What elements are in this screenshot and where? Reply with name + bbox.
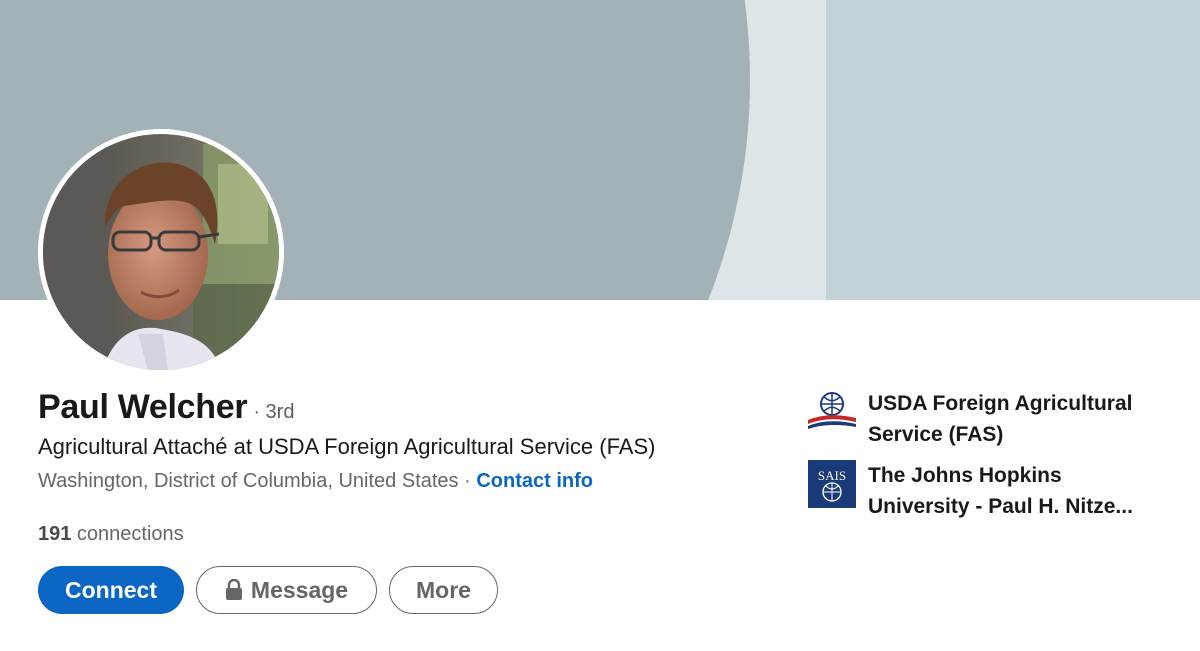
- avatar[interactable]: [38, 129, 284, 375]
- lock-icon: [225, 579, 242, 600]
- svg-text:SAIS: SAIS: [818, 468, 846, 483]
- banner-panel: [826, 0, 1200, 300]
- profile-photo: [43, 134, 279, 370]
- connections-count[interactable]: 191 connections: [38, 523, 184, 546]
- contact-info-link[interactable]: Contact info: [476, 470, 593, 492]
- connect-button[interactable]: Connect: [38, 566, 184, 614]
- profile-card: Paul Welcher · 3rd Agricultural Attaché …: [0, 0, 1200, 651]
- location-separator: ·: [458, 470, 477, 492]
- profile-name: Paul Welcher: [38, 388, 248, 426]
- connections-label: connections: [71, 523, 184, 545]
- org-name-jhu: The Johns Hopkins University - Paul H. N…: [868, 464, 1133, 518]
- usda-fas-logo: [808, 388, 856, 436]
- sais-logo: SAIS: [808, 460, 856, 508]
- connect-button-label: Connect: [65, 576, 157, 603]
- message-button-label: Message: [250, 576, 349, 603]
- org-name-usda: USDA Foreign Agricultural Service (FAS): [868, 392, 1133, 446]
- location-row: Washington, District of Columbia, United…: [38, 470, 593, 493]
- message-button[interactable]: Message: [196, 566, 377, 614]
- org-item-jhu[interactable]: SAIS The Johns Hopkins University - Paul…: [808, 460, 1158, 522]
- more-button[interactable]: More: [389, 566, 498, 614]
- connection-degree: · 3rd: [253, 401, 295, 423]
- name-row: Paul Welcher · 3rd: [38, 388, 294, 427]
- more-button-label: More: [416, 576, 471, 603]
- profile-headline: Agricultural Attaché at USDA Foreign Agr…: [38, 434, 656, 459]
- profile-location: Washington, District of Columbia, United…: [38, 470, 459, 492]
- org-item-usda[interactable]: USDA Foreign Agricultural Service (FAS): [808, 388, 1158, 450]
- connections-number: 191: [38, 523, 72, 545]
